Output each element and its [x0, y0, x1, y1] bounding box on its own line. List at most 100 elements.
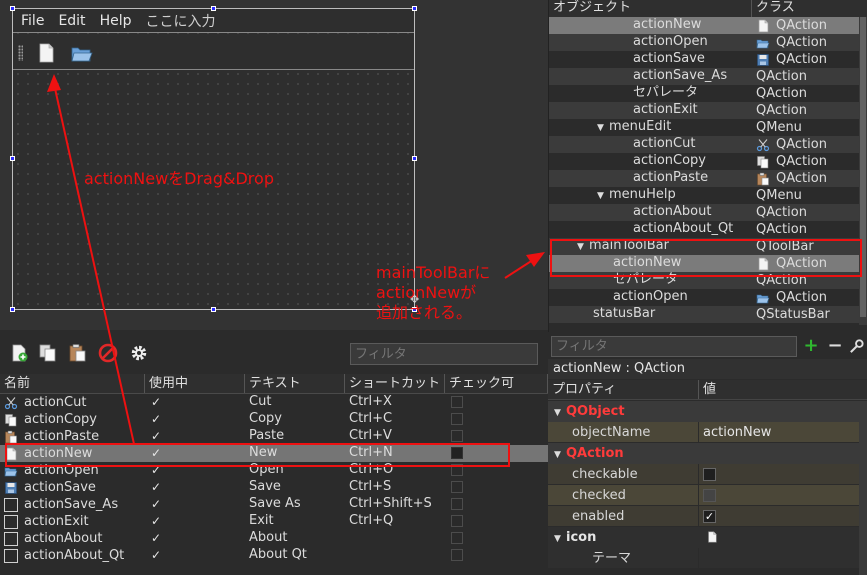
object-tree-row[interactable]: セパレータ QAction: [549, 85, 867, 102]
paste-action-icon[interactable]: [68, 343, 88, 363]
property-value[interactable]: [699, 548, 859, 568]
property-row-checkable[interactable]: checkable: [548, 464, 867, 485]
checkable-checkbox[interactable]: [451, 515, 463, 527]
column-checkable[interactable]: チェック可: [445, 374, 548, 393]
checkable-checkbox[interactable]: [703, 467, 716, 481]
object-name: actionNew: [633, 17, 702, 32]
group-qaction[interactable]: ▼ QAction: [548, 443, 867, 464]
action-shortcut: Ctrl+X: [349, 394, 392, 409]
group-qobject[interactable]: ▼ QObject: [548, 401, 867, 422]
used-checkmark: ✓: [151, 412, 162, 426]
checkable-checkbox[interactable]: [451, 396, 463, 408]
group-icon[interactable]: ▼ icon: [548, 527, 867, 548]
checkable-checkbox[interactable]: [451, 481, 463, 493]
enabled-checkbox[interactable]: ✓: [703, 509, 716, 523]
checkable-checkbox[interactable]: [451, 532, 463, 544]
annotation-highlight-action-row: [5, 443, 510, 467]
property-row-objectname[interactable]: objectName actionNew: [548, 422, 867, 443]
object-name: actionSave_As: [633, 68, 728, 83]
resize-handle[interactable]: [211, 6, 216, 11]
action-row[interactable]: actionAbout_Qt ✓ About Qt: [0, 547, 548, 564]
action-row[interactable]: actionCopy ✓ Copy Ctrl+C: [0, 411, 548, 428]
action-name: actionSave_As: [24, 496, 119, 512]
expand-arrow-icon[interactable]: ▼: [597, 188, 609, 204]
settings-gear-icon[interactable]: [129, 343, 149, 363]
property-row-checked[interactable]: checked: [548, 485, 867, 506]
expand-arrow-icon[interactable]: ▼: [597, 120, 609, 136]
property-value[interactable]: actionNew: [699, 422, 859, 442]
toolbar-grip-icon[interactable]: [18, 45, 23, 61]
object-class: QAction: [756, 85, 807, 101]
object-inspector-scrollbar[interactable]: [859, 17, 867, 325]
action-shortcut: Ctrl+Q: [349, 513, 394, 528]
toolbar-open-folder-icon[interactable]: [71, 42, 93, 64]
action-text: Exit: [249, 513, 274, 528]
object-tree-row[interactable]: actionPaste QAction: [549, 170, 867, 187]
used-checkmark: ✓: [151, 497, 162, 511]
action-filter-input[interactable]: [350, 343, 538, 365]
object-name: actionOpen: [613, 289, 688, 304]
main-window-form[interactable]: File Edit Help ここに入力: [12, 8, 415, 310]
column-object[interactable]: オブジェクト: [549, 0, 752, 17]
menu-file[interactable]: File: [21, 13, 44, 29]
main-toolbar: [13, 34, 414, 70]
wrench-icon[interactable]: [848, 338, 865, 355]
menu-type-here[interactable]: ここに入力: [145, 11, 215, 31]
object-tree-row[interactable]: actionSave QAction: [549, 51, 867, 68]
property-row-enabled[interactable]: enabled ✓: [548, 506, 867, 527]
column-used[interactable]: 使用中: [145, 374, 245, 393]
toolbar-new-file-icon[interactable]: [35, 42, 57, 64]
column-text[interactable]: テキスト: [245, 374, 345, 393]
menu-edit[interactable]: Edit: [58, 13, 85, 29]
column-class[interactable]: クラス: [752, 0, 860, 17]
object-tree-row[interactable]: ▼ menuHelp QMenu: [549, 187, 867, 204]
object-tree-row[interactable]: actionExit QAction: [549, 102, 867, 119]
action-row[interactable]: actionCut ✓ Cut Ctrl+X: [0, 394, 548, 411]
object-tree-row[interactable]: actionAbout QAction: [549, 204, 867, 221]
checkable-checkbox[interactable]: [451, 413, 463, 425]
collapse-arrow-icon[interactable]: ▼: [554, 529, 566, 550]
action-row[interactable]: actionSave_As ✓ Save As Ctrl+Shift+S: [0, 496, 548, 513]
object-tree-row[interactable]: actionAbout_Qt QAction: [549, 221, 867, 238]
column-property[interactable]: プロパティ: [548, 380, 699, 399]
resize-handle[interactable]: [412, 156, 417, 161]
object-tree-row[interactable]: actionNew QAction: [549, 17, 867, 34]
checkable-checkbox[interactable]: [451, 498, 463, 510]
resize-handle[interactable]: [10, 156, 15, 161]
copy-action-icon[interactable]: [38, 343, 58, 363]
property-filter-input[interactable]: [551, 336, 797, 357]
property-editor-scrollbar[interactable]: [859, 401, 867, 575]
new-action-icon[interactable]: [9, 343, 29, 363]
action-row[interactable]: actionSave ✓ Save Ctrl+S: [0, 479, 548, 496]
remove-property-icon[interactable]: −: [826, 336, 844, 356]
column-shortcut[interactable]: ショートカット: [345, 374, 445, 393]
collapse-arrow-icon[interactable]: ▼: [554, 445, 566, 466]
action-editor-toolbar: [0, 335, 548, 373]
object-tree-row[interactable]: actionOpen QAction: [549, 289, 867, 306]
action-row[interactable]: actionExit ✓ Exit Ctrl+Q: [0, 513, 548, 530]
delete-action-icon[interactable]: [98, 343, 118, 363]
column-name[interactable]: 名前: [0, 374, 145, 393]
action-row[interactable]: actionAbout ✓ About: [0, 530, 548, 547]
resize-handle[interactable]: [412, 6, 417, 11]
object-class: QAction: [756, 102, 807, 118]
checked-checkbox[interactable]: [703, 488, 716, 502]
object-tree-row[interactable]: actionSave_As QAction: [549, 68, 867, 85]
object-tree-row[interactable]: ▼ menuEdit QMenu: [549, 119, 867, 136]
object-class: QAction: [756, 221, 807, 237]
resize-handle[interactable]: [211, 307, 216, 312]
collapse-arrow-icon[interactable]: ▼: [554, 403, 566, 424]
add-property-icon[interactable]: +: [802, 336, 820, 356]
column-value[interactable]: 値: [699, 380, 859, 399]
resize-handle[interactable]: [10, 6, 15, 11]
resize-handle[interactable]: [10, 307, 15, 312]
object-tree-row[interactable]: statusBar QStatusBar: [549, 306, 867, 323]
object-tree-row[interactable]: actionOpen QAction: [549, 34, 867, 51]
object-tree-row[interactable]: actionCut QAction: [549, 136, 867, 153]
checkable-checkbox[interactable]: [451, 549, 463, 561]
menu-help[interactable]: Help: [100, 13, 132, 29]
property-row-theme[interactable]: テーマ: [548, 548, 867, 569]
object-tree-row[interactable]: actionCopy QAction: [549, 153, 867, 170]
checkable-checkbox[interactable]: [451, 430, 463, 442]
object-class: QAction: [776, 51, 827, 67]
